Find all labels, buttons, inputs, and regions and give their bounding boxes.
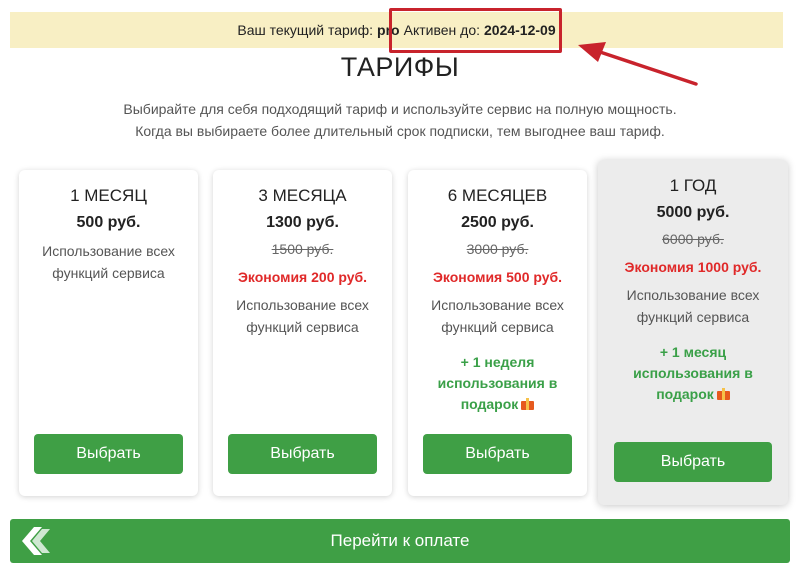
subtitle-line-2: Когда вы выбираете более длительный срок… bbox=[135, 123, 665, 139]
go-to-payment-label: Перейти к оплате bbox=[330, 531, 470, 550]
plan-price: 2500 руб. bbox=[461, 214, 534, 231]
plan-period: 1 МЕСЯЦ bbox=[70, 186, 147, 205]
select-plan-1-month-button[interactable]: Выбрать bbox=[34, 434, 183, 474]
plan-saving: Экономия 200 руб. bbox=[237, 269, 368, 285]
plan-old-price: 3000 руб. bbox=[466, 241, 529, 257]
plan-description: Использование всех функций сервиса bbox=[236, 297, 369, 335]
plan-bonus-text: + 1 неделя использования в подарок bbox=[437, 354, 558, 412]
plan-card-1-month: 1 МЕСЯЦ 500 руб. Использование всех функ… bbox=[19, 170, 198, 496]
gift-icon bbox=[521, 398, 535, 410]
page-subtitle: Выбирайте для себя подходящий тариф и ис… bbox=[0, 98, 800, 142]
plan-bonus: + 1 месяц использования в подарок bbox=[598, 342, 788, 405]
plan-card-3-months: 3 МЕСЯЦА 1300 руб. 1500 руб. Экономия 20… bbox=[213, 170, 392, 496]
plan-bonus: + 1 неделя использования в подарок bbox=[408, 352, 587, 415]
select-plan-3-months-button[interactable]: Выбрать bbox=[228, 434, 377, 474]
page-title: ТАРИФЫ bbox=[340, 52, 460, 82]
plan-card-1-year: 1 ГОД 5000 руб. 6000 руб. Экономия 1000 … bbox=[598, 160, 788, 505]
subtitle-line-1: Выбирайте для себя подходящий тариф и ис… bbox=[123, 101, 677, 117]
plan-saving: Экономия 1000 руб. bbox=[624, 259, 762, 275]
plan-price: 1300 руб. bbox=[266, 214, 339, 231]
plan-saving: Экономия 500 руб. bbox=[432, 269, 563, 285]
payment-logo-icon bbox=[22, 527, 50, 555]
plan-card-6-months: 6 МЕСЯЦЕВ 2500 руб. 3000 руб. Экономия 5… bbox=[408, 170, 587, 496]
plan-period: 1 ГОД bbox=[669, 176, 717, 195]
plan-description: Использование всех функций сервиса bbox=[431, 297, 564, 335]
plan-old-price: 6000 руб. bbox=[662, 231, 724, 247]
plan-price: 500 руб. bbox=[76, 214, 141, 231]
plan-period: 6 МЕСЯЦЕВ bbox=[447, 186, 548, 205]
select-plan-6-months-button[interactable]: Выбрать bbox=[423, 434, 572, 474]
gift-icon bbox=[716, 388, 730, 400]
plan-period: 3 МЕСЯЦА bbox=[258, 186, 347, 205]
annotation-highlight-box bbox=[389, 8, 562, 53]
plan-price: 5000 руб. bbox=[656, 204, 730, 221]
plan-bonus-text: + 1 месяц использования в подарок bbox=[633, 344, 753, 402]
go-to-payment-button[interactable]: Перейти к оплате bbox=[10, 519, 790, 563]
plan-description: Использование всех функций сервиса bbox=[626, 287, 760, 325]
plan-description: Использование всех функций сервиса bbox=[42, 243, 175, 281]
select-plan-1-year-button[interactable]: Выбрать bbox=[614, 442, 772, 482]
plan-old-price: 1500 руб. bbox=[271, 241, 334, 257]
current-plan-prefix: Ваш текущий тариф: bbox=[237, 22, 374, 38]
